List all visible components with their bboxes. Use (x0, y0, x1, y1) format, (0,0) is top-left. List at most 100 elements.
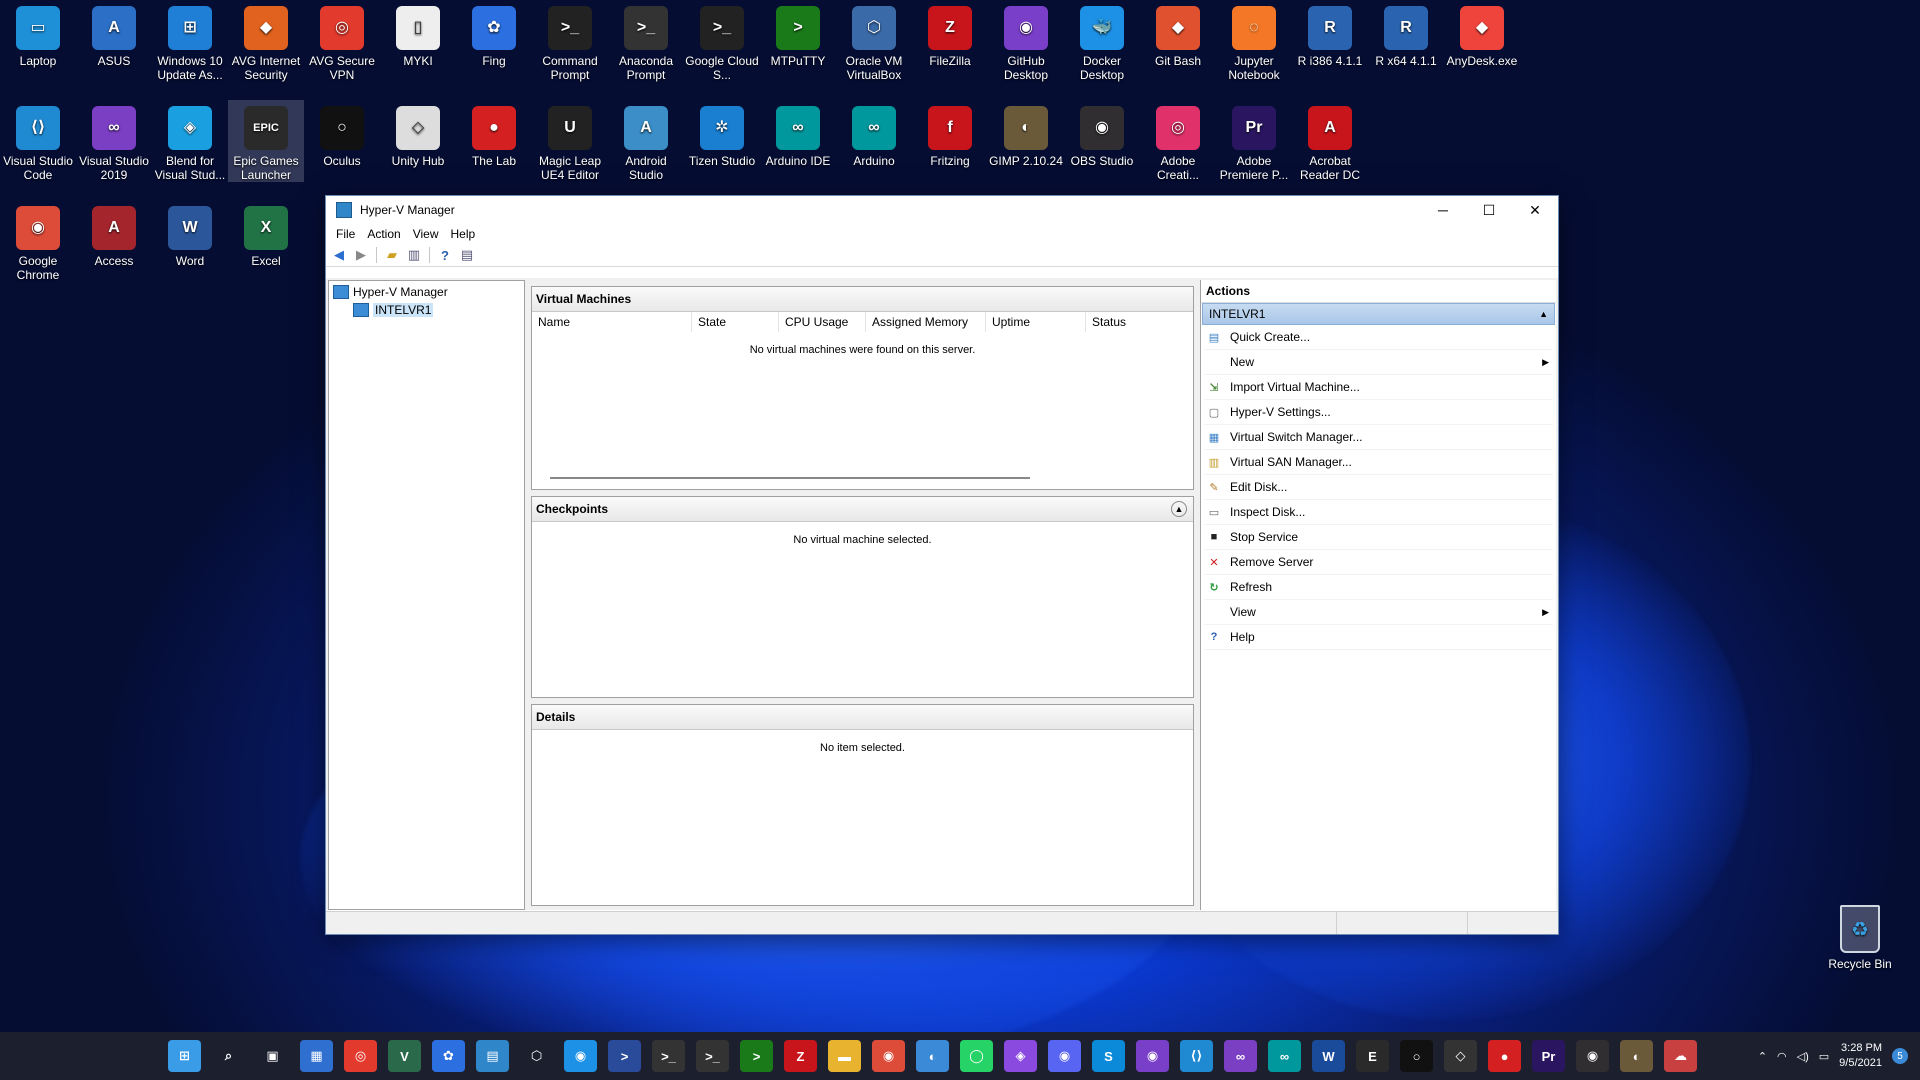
desktop-icon[interactable]: Pr Adobe Premiere P... (1216, 100, 1292, 182)
desktop-icon[interactable]: R R i386 4.1.1 (1292, 0, 1368, 68)
show-hidden-icons-icon[interactable]: ⌃ (1758, 1050, 1767, 1063)
messenger-icon[interactable]: ◈ (1004, 1040, 1037, 1072)
column-assigned-memory[interactable]: Assigned Memory (866, 312, 986, 332)
minimize-button[interactable]: ─ (1420, 196, 1466, 224)
desktop-icon[interactable]: ⬡ Oracle VM VirtualBox (836, 0, 912, 82)
action-item[interactable]: ↻ Refresh (1204, 575, 1553, 600)
desktop-icon[interactable]: A Access (76, 200, 152, 268)
recycle-bin[interactable]: ♻ Recycle Bin (1820, 905, 1900, 971)
github-icon[interactable]: ◉ (1136, 1040, 1169, 1072)
desktop-icon[interactable]: EPIC Epic Games Launcher (228, 100, 304, 182)
desktop-icon[interactable]: ∞ Arduino IDE (760, 100, 836, 168)
section-collapse-icon[interactable]: ▲ (1539, 309, 1548, 319)
task-view-icon[interactable]: ▣ (256, 1040, 289, 1072)
menu-file[interactable]: File (330, 227, 361, 241)
whatsapp-icon[interactable]: ◯ (960, 1040, 993, 1072)
arduino-icon[interactable]: ∞ (1268, 1040, 1301, 1072)
cmd-icon[interactable]: >_ (652, 1040, 685, 1072)
column-cpu-usage[interactable]: CPU Usage (779, 312, 866, 332)
premiere-icon[interactable]: Pr (1532, 1040, 1565, 1072)
action-item[interactable]: ⇲ Import Virtual Machine... (1204, 375, 1553, 400)
action-item[interactable]: ▥ Virtual SAN Manager... (1204, 450, 1553, 475)
action-item[interactable]: ✕ Remove Server (1204, 550, 1553, 575)
unity-icon[interactable]: ◇ (1444, 1040, 1477, 1072)
desktop-icon[interactable]: ⟨⟩ Visual Studio Code (0, 100, 76, 182)
desktop-icon[interactable]: ◇ Unity Hub (380, 100, 456, 168)
search-icon[interactable]: ⌕ (212, 1040, 245, 1072)
desktop-icon[interactable]: ◉ OBS Studio (1064, 100, 1140, 168)
action-item[interactable]: View ▶ (1204, 600, 1553, 625)
putty-icon[interactable]: > (740, 1040, 773, 1072)
hyperv-icon[interactable]: ▤ (476, 1040, 509, 1072)
docker-icon[interactable]: ◉ (564, 1040, 597, 1072)
vm-horizontal-scrollbar[interactable] (542, 473, 1183, 483)
chrome-icon[interactable]: ◉ (872, 1040, 905, 1072)
desktop-icon[interactable]: U Magic Leap UE4 Editor (532, 100, 608, 182)
desktop-icon[interactable]: ● The Lab (456, 100, 532, 168)
desktop-icon[interactable]: >_ Command Prompt (532, 0, 608, 82)
volume-icon[interactable]: ◁) (1797, 1050, 1809, 1063)
desktop-icon[interactable]: ◌ Jupyter Notebook (1216, 0, 1292, 82)
desktop-icon[interactable]: ◎ Adobe Creati... (1140, 100, 1216, 182)
vscode-icon[interactable]: ⟨⟩ (1180, 1040, 1213, 1072)
desktop-icon[interactable]: ⊞ Windows 10 Update As... (152, 0, 228, 82)
help-icon[interactable]: ? (436, 246, 454, 264)
desktop-icon[interactable]: ◎ AVG Secure VPN (304, 0, 380, 82)
desktop-icon[interactable]: ✿ Fing (456, 0, 532, 68)
desktop-icon[interactable]: ◈ Blend for Visual Stud... (152, 100, 228, 182)
desktop-icon[interactable]: A Acrobat Reader DC (1292, 100, 1368, 182)
visual-studio-icon[interactable]: ∞ (1224, 1040, 1257, 1072)
desktop-icon[interactable]: ◆ AnyDesk.exe (1444, 0, 1520, 68)
whatsapp-web-icon[interactable]: ◐ (916, 1040, 949, 1072)
skype-icon[interactable]: S (1092, 1040, 1125, 1072)
desktop-icon[interactable]: >_ Google Cloud S... (684, 0, 760, 82)
desktop-icon[interactable]: W Word (152, 200, 228, 268)
column-name[interactable]: Name (532, 312, 692, 332)
title-bar[interactable]: Hyper-V Manager ─ ☐ ✕ (326, 196, 1558, 224)
action-item[interactable]: New ▶ (1204, 350, 1553, 375)
oculus-icon[interactable]: ○ (1400, 1040, 1433, 1072)
powershell-icon[interactable]: > (608, 1040, 641, 1072)
action-item[interactable]: ▤ Quick Create... (1204, 325, 1553, 350)
avg-vpn-icon[interactable]: ◎ (344, 1040, 377, 1072)
desktop-icon[interactable]: R R x64 4.1.1 (1368, 0, 1444, 68)
veeam-icon[interactable]: V (388, 1040, 421, 1072)
maximize-button[interactable]: ☐ (1466, 196, 1512, 224)
actions-section-header[interactable]: INTELVR1 ▲ (1202, 303, 1555, 325)
menu-help[interactable]: Help (445, 227, 482, 241)
column-uptime[interactable]: Uptime (986, 312, 1086, 332)
desktop-icon[interactable]: A Android Studio (608, 100, 684, 182)
action-item[interactable]: ▢ Hyper-V Settings... (1204, 400, 1553, 425)
menu-view[interactable]: View (407, 227, 445, 241)
cmd2-icon[interactable]: >_ (696, 1040, 729, 1072)
wifi-icon[interactable]: ◠ (1777, 1050, 1787, 1063)
desktop-icon[interactable]: 🐳 Docker Desktop (1064, 0, 1140, 82)
thelab-icon[interactable]: ● (1488, 1040, 1521, 1072)
desktop-icon[interactable]: ∞ Visual Studio 2019 (76, 100, 152, 182)
cloud-icon[interactable]: ☁ (1664, 1040, 1697, 1072)
desktop-icon[interactable]: ◐ GIMP 2.10.24 (988, 100, 1064, 168)
forward-icon[interactable]: ▶ (352, 246, 370, 264)
start-icon[interactable]: ⊞ (168, 1040, 201, 1072)
tree-root[interactable]: Hyper-V Manager (329, 283, 524, 301)
desktop-icon[interactable]: ◉ GitHub Desktop (988, 0, 1064, 82)
notification-badge[interactable]: 5 (1892, 1048, 1908, 1064)
menu-action[interactable]: Action (361, 227, 406, 241)
obs-icon[interactable]: ◉ (1576, 1040, 1609, 1072)
action-item[interactable]: ✎ Edit Disk... (1204, 475, 1553, 500)
desktop-icon[interactable]: ▭ Laptop (0, 0, 76, 68)
epic-icon[interactable]: E (1356, 1040, 1389, 1072)
collapse-up-icon[interactable]: ▲ (1171, 501, 1187, 517)
tree-server[interactable]: INTELVR1 (329, 301, 524, 319)
desktop-icon[interactable]: X Excel (228, 200, 304, 268)
up-folder-icon[interactable]: ▰ (383, 246, 401, 264)
filezilla-icon[interactable]: Z (784, 1040, 817, 1072)
desktop-icon[interactable]: Z FileZilla (912, 0, 988, 68)
discord-icon[interactable]: ◉ (1048, 1040, 1081, 1072)
back-icon[interactable]: ◀ (330, 246, 348, 264)
virtualbox-icon[interactable]: ⬡ (520, 1040, 553, 1072)
action-item[interactable]: ■ Stop Service (1204, 525, 1553, 550)
close-button[interactable]: ✕ (1512, 196, 1558, 224)
action-item[interactable]: ▭ Inspect Disk... (1204, 500, 1553, 525)
desktop-icon[interactable]: ○ Oculus (304, 100, 380, 168)
